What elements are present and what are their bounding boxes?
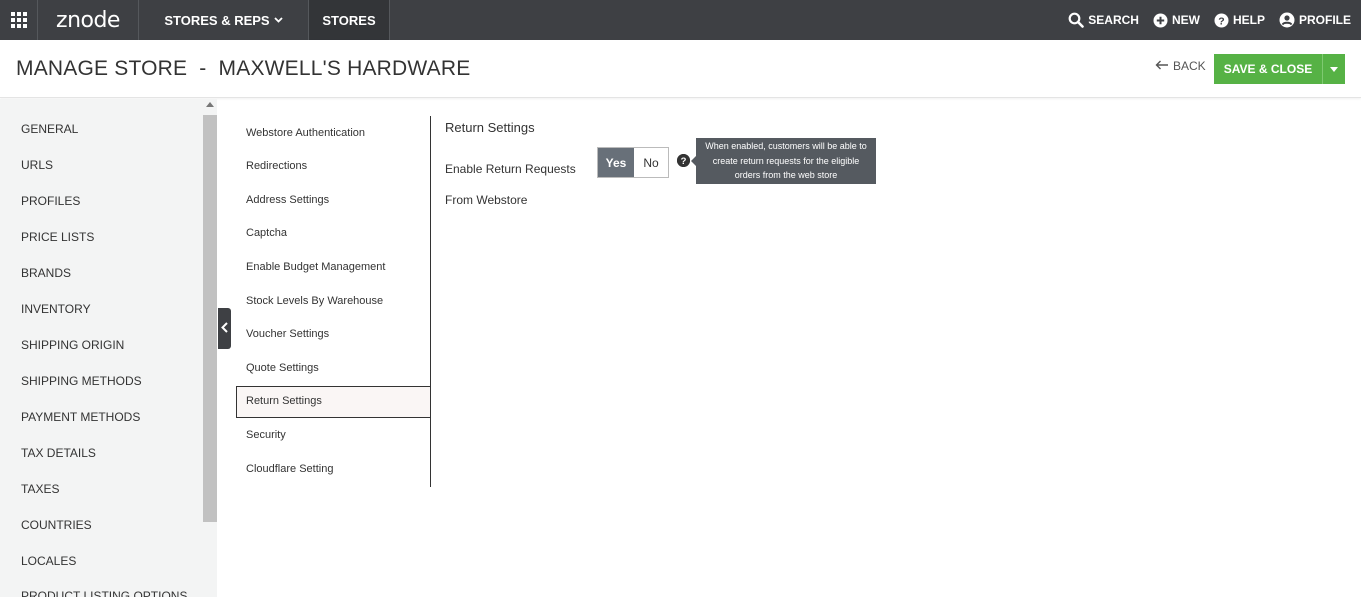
subnav-divider xyxy=(430,116,431,487)
sidebar-item-profiles[interactable]: PROFILES xyxy=(21,194,80,208)
subnav-item-address-settings[interactable]: Address Settings xyxy=(246,194,329,206)
sidebar-item-payment-methods[interactable]: PAYMENT METHODS xyxy=(21,410,140,424)
subnav-item-stock-levels-by-warehouse[interactable]: Stock Levels By Warehouse xyxy=(246,295,383,307)
chevron-left-icon xyxy=(221,321,228,336)
svg-text:?: ? xyxy=(1218,15,1224,27)
top-actions: SEARCH NEW ? HELP PROFILE xyxy=(1054,0,1351,40)
profile-button[interactable]: PROFILE xyxy=(1279,12,1351,28)
scrollbar-thumb[interactable] xyxy=(203,115,217,522)
sidebar-item-product-listing-options[interactable]: PRODUCT LISTING OPTIONS xyxy=(21,589,187,597)
enable-return-requests-label: Enable Return Requests From Webstore xyxy=(445,162,576,207)
sidebar-item-tax-details[interactable]: TAX DETAILS xyxy=(21,446,96,460)
toggle-yes-option[interactable]: Yes xyxy=(598,148,634,177)
search-icon xyxy=(1068,12,1085,28)
back-label: BACK xyxy=(1173,58,1206,73)
logo[interactable]: znode xyxy=(38,0,139,40)
arrow-left-icon xyxy=(1155,58,1169,73)
app-grid-button[interactable] xyxy=(0,0,38,40)
subnav-item-enable-budget-management[interactable]: Enable Budget Management xyxy=(246,261,385,273)
nav-stores-label: STORES xyxy=(322,12,376,28)
sidebar-item-brands[interactable]: BRANDS xyxy=(21,266,71,280)
plus-circle-icon xyxy=(1153,13,1168,28)
subnav-item-voucher-settings[interactable]: Voucher Settings xyxy=(246,328,329,340)
profile-label: PROFILE xyxy=(1298,13,1351,27)
sidebar-item-countries[interactable]: COUNTRIES xyxy=(21,518,92,532)
question-circle-icon: ? xyxy=(1214,13,1229,28)
enable-return-requests-toggle: Yes No xyxy=(597,147,669,178)
sidebar-item-price-lists[interactable]: PRICE LISTS xyxy=(21,230,94,244)
app-grid-icon xyxy=(10,12,27,28)
subnav-item-captcha[interactable]: Captcha xyxy=(246,227,287,239)
scroll-up-arrow-icon[interactable] xyxy=(206,102,214,109)
section-title: Return Settings xyxy=(445,120,535,135)
page-title: MANAGE STORE - MAXWELL'S HARDWARE xyxy=(16,57,471,80)
help-tooltip: When enabled, customers will be able to … xyxy=(696,138,876,184)
subnav-item-return-settings[interactable]: Return Settings xyxy=(246,395,322,407)
top-navbar: znode STORES & REPS STORES SEARCH NEW ? … xyxy=(0,0,1361,40)
svg-text:?: ? xyxy=(681,156,687,167)
new-button[interactable]: NEW xyxy=(1153,13,1200,28)
toggle-no-option[interactable]: No xyxy=(634,148,668,177)
help-label: HELP xyxy=(1232,13,1265,27)
subnav-item-webstore-authentication[interactable]: Webstore Authentication xyxy=(246,127,365,139)
sidebar-collapse-button[interactable] xyxy=(218,308,231,349)
sidebar-item-locales[interactable]: LOCALES xyxy=(21,554,76,568)
nav-stores-reps-label: STORES & REPS xyxy=(164,12,270,28)
search-label: SEARCH xyxy=(1088,13,1139,27)
caret-down-icon xyxy=(1330,65,1338,74)
store-sidebar: GENERAL URLS PROFILES PRICE LISTS BRANDS… xyxy=(0,99,203,597)
sidebar-item-urls[interactable]: URLS xyxy=(21,158,53,172)
page-header: MANAGE STORE - MAXWELL'S HARDWARE BACK S… xyxy=(0,40,1361,98)
help-tooltip-icon[interactable]: ? xyxy=(677,154,690,167)
sidebar-item-taxes[interactable]: TAXES xyxy=(21,482,59,496)
save-close-button[interactable]: SAVE & CLOSE xyxy=(1214,54,1322,84)
sidebar-item-general[interactable]: GENERAL xyxy=(21,122,78,136)
chevron-down-icon xyxy=(273,15,283,26)
sidebar-item-shipping-origin[interactable]: SHIPPING ORIGIN xyxy=(21,338,124,352)
sidebar-scrollbar[interactable] xyxy=(203,99,217,597)
search-button[interactable]: SEARCH xyxy=(1068,12,1139,28)
save-options-dropdown[interactable] xyxy=(1322,54,1345,84)
user-circle-icon xyxy=(1279,12,1295,28)
subnav-item-quote-settings[interactable]: Quote Settings xyxy=(246,362,319,374)
nav-stores-reps-menu[interactable]: STORES & REPS xyxy=(139,0,309,40)
sidebar-item-shipping-methods[interactable]: SHIPPING METHODS xyxy=(21,374,142,388)
subnav-item-security[interactable]: Security xyxy=(246,429,286,441)
help-button[interactable]: ? HELP xyxy=(1214,13,1265,28)
sidebar-item-inventory[interactable]: INVENTORY xyxy=(21,302,91,316)
new-label: NEW xyxy=(1171,13,1200,27)
subnav-item-redirections[interactable]: Redirections xyxy=(246,160,307,172)
back-link[interactable]: BACK xyxy=(1155,58,1206,73)
logo-text: znode xyxy=(56,7,120,33)
nav-stores[interactable]: STORES xyxy=(309,0,390,40)
subnav-item-cloudflare-setting[interactable]: Cloudflare Setting xyxy=(246,463,333,475)
